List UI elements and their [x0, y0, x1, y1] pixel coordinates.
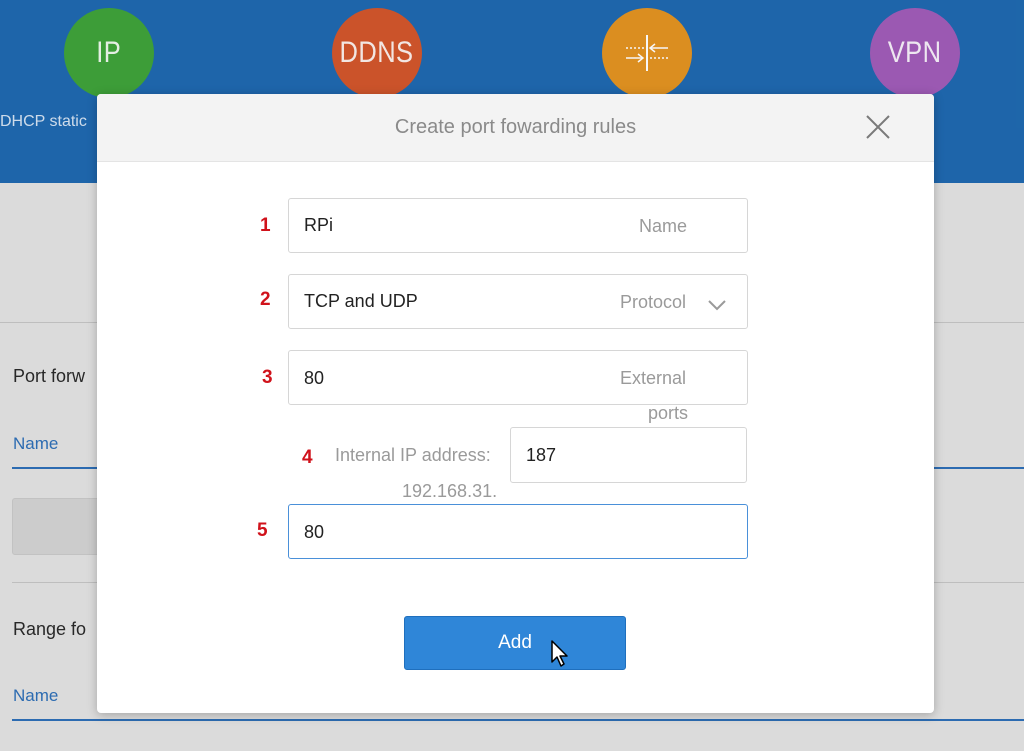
name-input-value: RPi: [304, 215, 334, 235]
internal-ip-last-octet-input[interactable]: 187: [510, 427, 747, 483]
protocol-select[interactable]: TCP and UDP Protocol: [288, 274, 748, 329]
close-icon: [866, 115, 890, 139]
external-ports-hint-line1: External: [620, 368, 687, 388]
port-forwarding-dialog: Create port fowarding rules 1 RPi Name 2…: [97, 94, 934, 713]
step-number-3: 3: [262, 367, 273, 388]
add-button[interactable]: Add: [404, 616, 626, 670]
step-number-4: 4: [302, 447, 313, 468]
external-ports-value: 80: [304, 368, 325, 388]
internal-port-value: 80: [304, 522, 325, 542]
mouse-pointer-icon: [551, 640, 568, 667]
protocol-select-value: TCP and UDP: [304, 291, 418, 311]
step-number-5: 5: [257, 520, 268, 541]
step-number-1: 1: [260, 215, 271, 236]
internal-port-input[interactable]: 80: [288, 504, 748, 559]
step-number-2: 2: [260, 289, 271, 310]
internal-ip-prefix: 192.168.31.: [402, 481, 498, 501]
protocol-select-hint: Protocol: [620, 292, 687, 312]
close-button[interactable]: [863, 112, 893, 142]
internal-ip-last-octet-value: 187: [526, 445, 557, 465]
name-input-hint: Name: [639, 216, 688, 236]
dialog-header: Create port fowarding rules: [97, 94, 934, 162]
external-ports-input[interactable]: 80 External: [288, 350, 748, 405]
internal-ip-label: Internal IP address:: [335, 445, 491, 465]
name-input[interactable]: RPi Name: [288, 198, 748, 253]
dialog-title: Create port fowarding rules: [394, 116, 637, 138]
chevron-down-icon: [708, 300, 726, 311]
external-ports-hint-line2: ports: [648, 403, 689, 423]
